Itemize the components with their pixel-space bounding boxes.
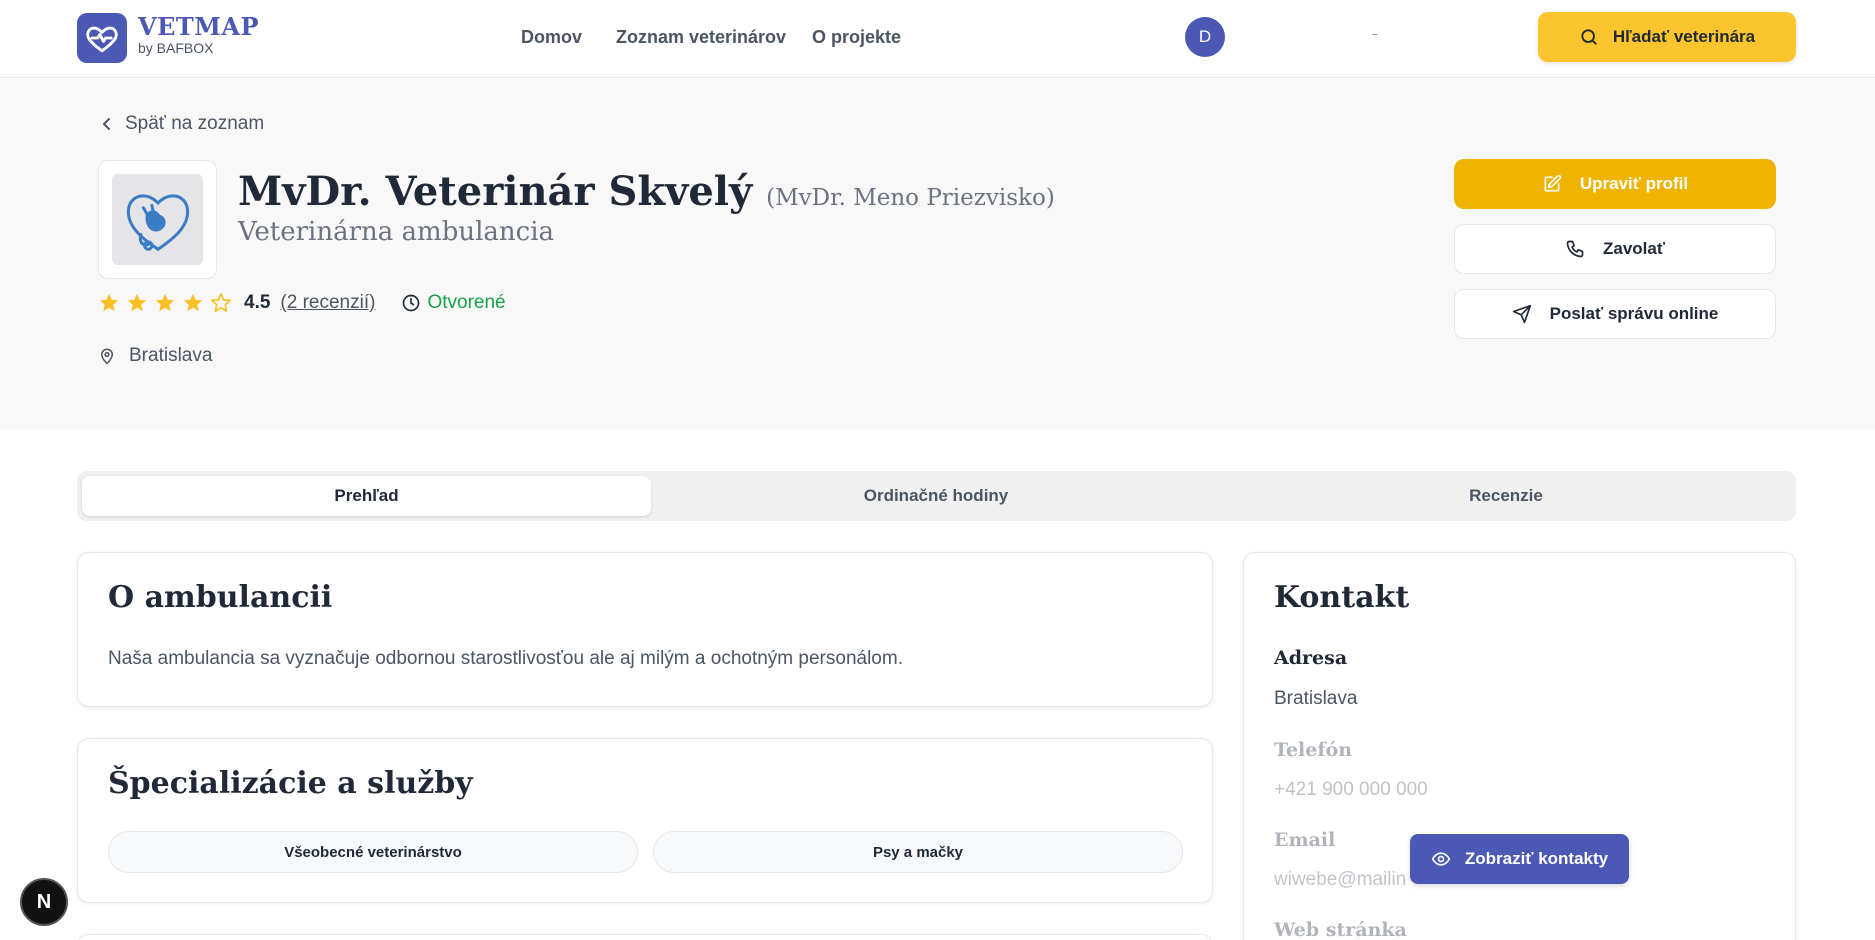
about-title: O ambulancii (108, 580, 333, 615)
rating-value: 4.5 (244, 292, 271, 313)
edit-icon (1544, 174, 1562, 192)
call-label: Zavolať (1603, 239, 1665, 258)
rating-row: 4.5 (2 recenzií) Otvorené (98, 292, 506, 314)
edit-profile-button[interactable]: Upraviť profil (1454, 159, 1776, 209)
open-status-text: Otvorené (427, 292, 506, 313)
edit-profile-label: Upraviť profil (1579, 174, 1689, 193)
phone-icon (1566, 240, 1584, 258)
vet-name: MvDr. Veterinár Skvelý (MvDr. Meno Priez… (238, 168, 1055, 215)
send-icon (1512, 304, 1531, 324)
service-pill: Psy a mačky (653, 831, 1183, 873)
contact-title: Kontakt (1274, 580, 1410, 615)
dev-tools-badge[interactable]: N (20, 878, 68, 926)
star-full-icon (155, 293, 175, 312)
pet-stethoscope-icon (126, 193, 189, 251)
location-text: Bratislava (129, 345, 213, 366)
phone-label: Telefón (1274, 739, 1353, 761)
star-outline-icon (211, 293, 231, 312)
about-text: Naša ambulancia sa vyznačuje odbornou st… (108, 648, 903, 669)
nav-vet-list[interactable]: Zoznam veterinárov (616, 27, 786, 48)
send-message-label: Poslať správu online (1549, 304, 1719, 323)
tab-overview[interactable]: Prehľad (82, 476, 651, 516)
show-contacts-button[interactable]: Zobraziť kontakty (1410, 834, 1629, 884)
address-value: Bratislava (1274, 688, 1358, 709)
send-message-button[interactable]: Poslať správu online (1454, 289, 1776, 339)
brand-name: VETMAP (138, 12, 260, 41)
show-contacts-label: Zobraziť kontakty (1464, 849, 1609, 868)
brand-subtitle: by BAFBOX (138, 40, 214, 56)
search-icon (1581, 29, 1597, 45)
star-full-icon (127, 293, 147, 312)
divider-dash (1372, 34, 1378, 35)
service-pill: Všeobecné veterinárstvo (108, 831, 638, 873)
phone-value: +421 900 000 000 (1274, 779, 1428, 800)
vetmap-logo[interactable] (77, 13, 127, 63)
services-title: Špecializácie a služby (108, 766, 473, 801)
vet-name-text: MvDr. Veterinár Skvelý (238, 168, 753, 215)
location: Bratislava (98, 345, 212, 367)
services-card: Špecializácie a služby Všeobecné veterin… (77, 738, 1213, 903)
web-label: Web stránka (1274, 919, 1407, 940)
search-vet-button[interactable]: Hľadať veterinára (1538, 12, 1796, 62)
open-status: Otvorené (401, 292, 506, 314)
eye-icon (1431, 852, 1451, 866)
nav-home[interactable]: Domov (521, 27, 582, 48)
about-card: O ambulancii Naša ambulancia sa vyznačuj… (77, 552, 1213, 707)
top-header: VETMAP by BAFBOX Domov Zoznam veterináro… (0, 0, 1875, 78)
chevron-left-icon (102, 118, 110, 130)
tab-reviews[interactable]: Recenzie (1221, 476, 1791, 516)
map-pin-icon (100, 348, 114, 365)
search-vet-label: Hľadať veterinára (1612, 27, 1756, 46)
clock-icon (403, 294, 420, 312)
back-label: Späť na zoznam (125, 113, 265, 134)
clinic-type: Veterinárna ambulancia (238, 217, 555, 247)
address-label: Adresa (1274, 647, 1348, 669)
back-to-list-link[interactable]: Späť na zoznam (101, 113, 264, 135)
reviews-count-link[interactable]: (2 recenzií) (280, 292, 375, 314)
star-full-icon (183, 293, 203, 312)
vet-alt-name: (MvDr. Meno Priezvisko) (766, 185, 1055, 211)
user-avatar[interactable]: D (1185, 17, 1225, 57)
star-full-icon (99, 293, 119, 312)
call-button[interactable]: Zavolať (1454, 224, 1776, 274)
profile-tabs: Prehľad Ordinačné hodiny Recenzie (77, 471, 1796, 521)
email-value: wiwebe@mailin (1274, 869, 1407, 890)
nav-about-project[interactable]: O projekte (812, 27, 901, 48)
clinic-logo (98, 160, 217, 279)
heart-pulse-icon (86, 26, 118, 53)
next-card (77, 934, 1213, 940)
brand-text: VETMAP by BAFBOX (138, 12, 260, 57)
tab-office-hours[interactable]: Ordinačné hodiny (651, 476, 1221, 516)
email-label: Email (1274, 829, 1336, 851)
